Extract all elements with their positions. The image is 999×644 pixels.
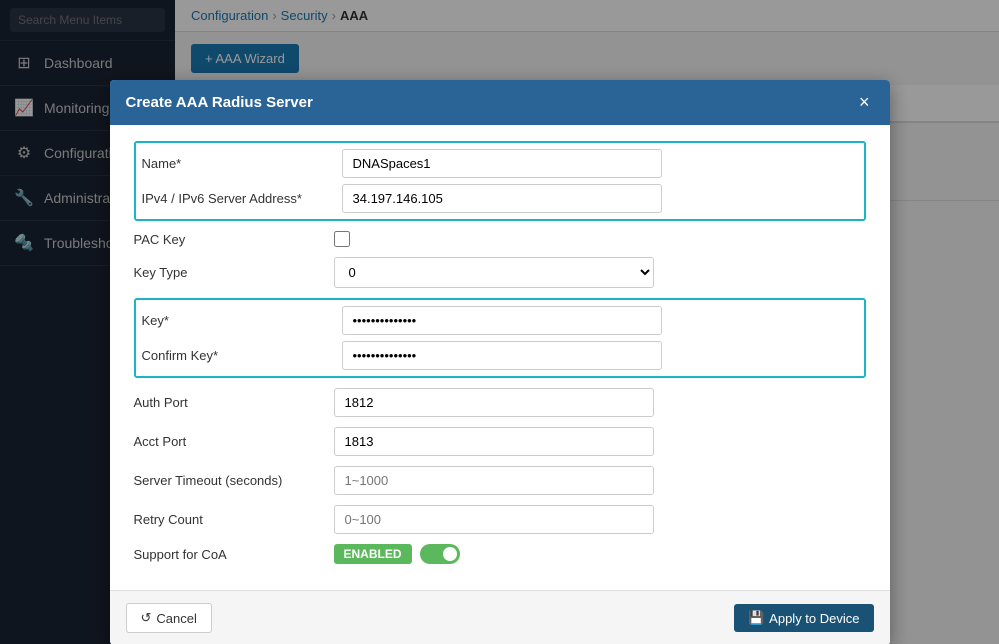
cancel-button[interactable]: ↺ Cancel [126, 603, 212, 633]
apply-icon: 💾 [748, 610, 764, 626]
modal-body: Name* IPv4 / IPv6 Server Address* PAC Ke… [110, 125, 890, 590]
key-input[interactable] [342, 306, 662, 335]
retry-count-input[interactable] [334, 505, 654, 534]
support-coa-group: Support for CoA ENABLED [134, 544, 866, 564]
pac-key-label: PAC Key [134, 232, 334, 247]
support-coa-toggle[interactable] [420, 544, 460, 564]
confirm-key-field-group: Confirm Key* [142, 341, 858, 370]
support-coa-label: Support for CoA [134, 547, 334, 562]
server-timeout-input[interactable] [334, 466, 654, 495]
create-radius-modal: Create AAA Radius Server × Name* IPv4 / … [110, 80, 890, 644]
apply-label: Apply to Device [769, 611, 859, 626]
confirm-key-label: Confirm Key* [142, 348, 342, 363]
cancel-icon: ↺ [141, 610, 152, 626]
highlighted-name-ip-group: Name* IPv4 / IPv6 Server Address* [134, 141, 866, 221]
key-field-group: Key* [142, 306, 858, 335]
cancel-label: Cancel [156, 611, 196, 626]
name-label: Name* [142, 156, 342, 171]
retry-count-group: Retry Count [134, 505, 866, 534]
key-type-select[interactable]: 0 6 7 [334, 257, 654, 288]
retry-count-label: Retry Count [134, 512, 334, 527]
key-label: Key* [142, 313, 342, 328]
modal-header: Create AAA Radius Server × [110, 80, 890, 125]
apply-button[interactable]: 💾 Apply to Device [734, 604, 874, 632]
modal-close-button[interactable]: × [855, 92, 874, 113]
highlighted-key-group: Key* Confirm Key* [134, 298, 866, 378]
acct-port-label: Acct Port [134, 434, 334, 449]
server-timeout-group: Server Timeout (seconds) [134, 466, 866, 495]
modal-overlay: Create AAA Radius Server × Name* IPv4 / … [0, 0, 999, 644]
modal-footer: ↺ Cancel 💾 Apply to Device [110, 590, 890, 644]
name-input[interactable] [342, 149, 662, 178]
support-coa-status: ENABLED [334, 544, 412, 564]
modal-title: Create AAA Radius Server [126, 94, 313, 111]
name-field-group: Name* [142, 149, 858, 178]
server-timeout-label: Server Timeout (seconds) [134, 473, 334, 488]
ipv4-label: IPv4 / IPv6 Server Address* [142, 191, 342, 206]
auth-port-label: Auth Port [134, 395, 334, 410]
support-coa-toggle-group: ENABLED [334, 544, 460, 564]
ipv4-field-group: IPv4 / IPv6 Server Address* [142, 184, 858, 213]
auth-port-group: Auth Port [134, 388, 866, 417]
acct-port-input[interactable] [334, 427, 654, 456]
ipv4-input[interactable] [342, 184, 662, 213]
key-type-label: Key Type [134, 265, 334, 280]
pac-key-checkbox[interactable] [334, 231, 350, 247]
pac-key-group: PAC Key [134, 231, 866, 247]
auth-port-input[interactable] [334, 388, 654, 417]
confirm-key-input[interactable] [342, 341, 662, 370]
key-type-group: Key Type 0 6 7 [134, 257, 866, 288]
acct-port-group: Acct Port [134, 427, 866, 456]
